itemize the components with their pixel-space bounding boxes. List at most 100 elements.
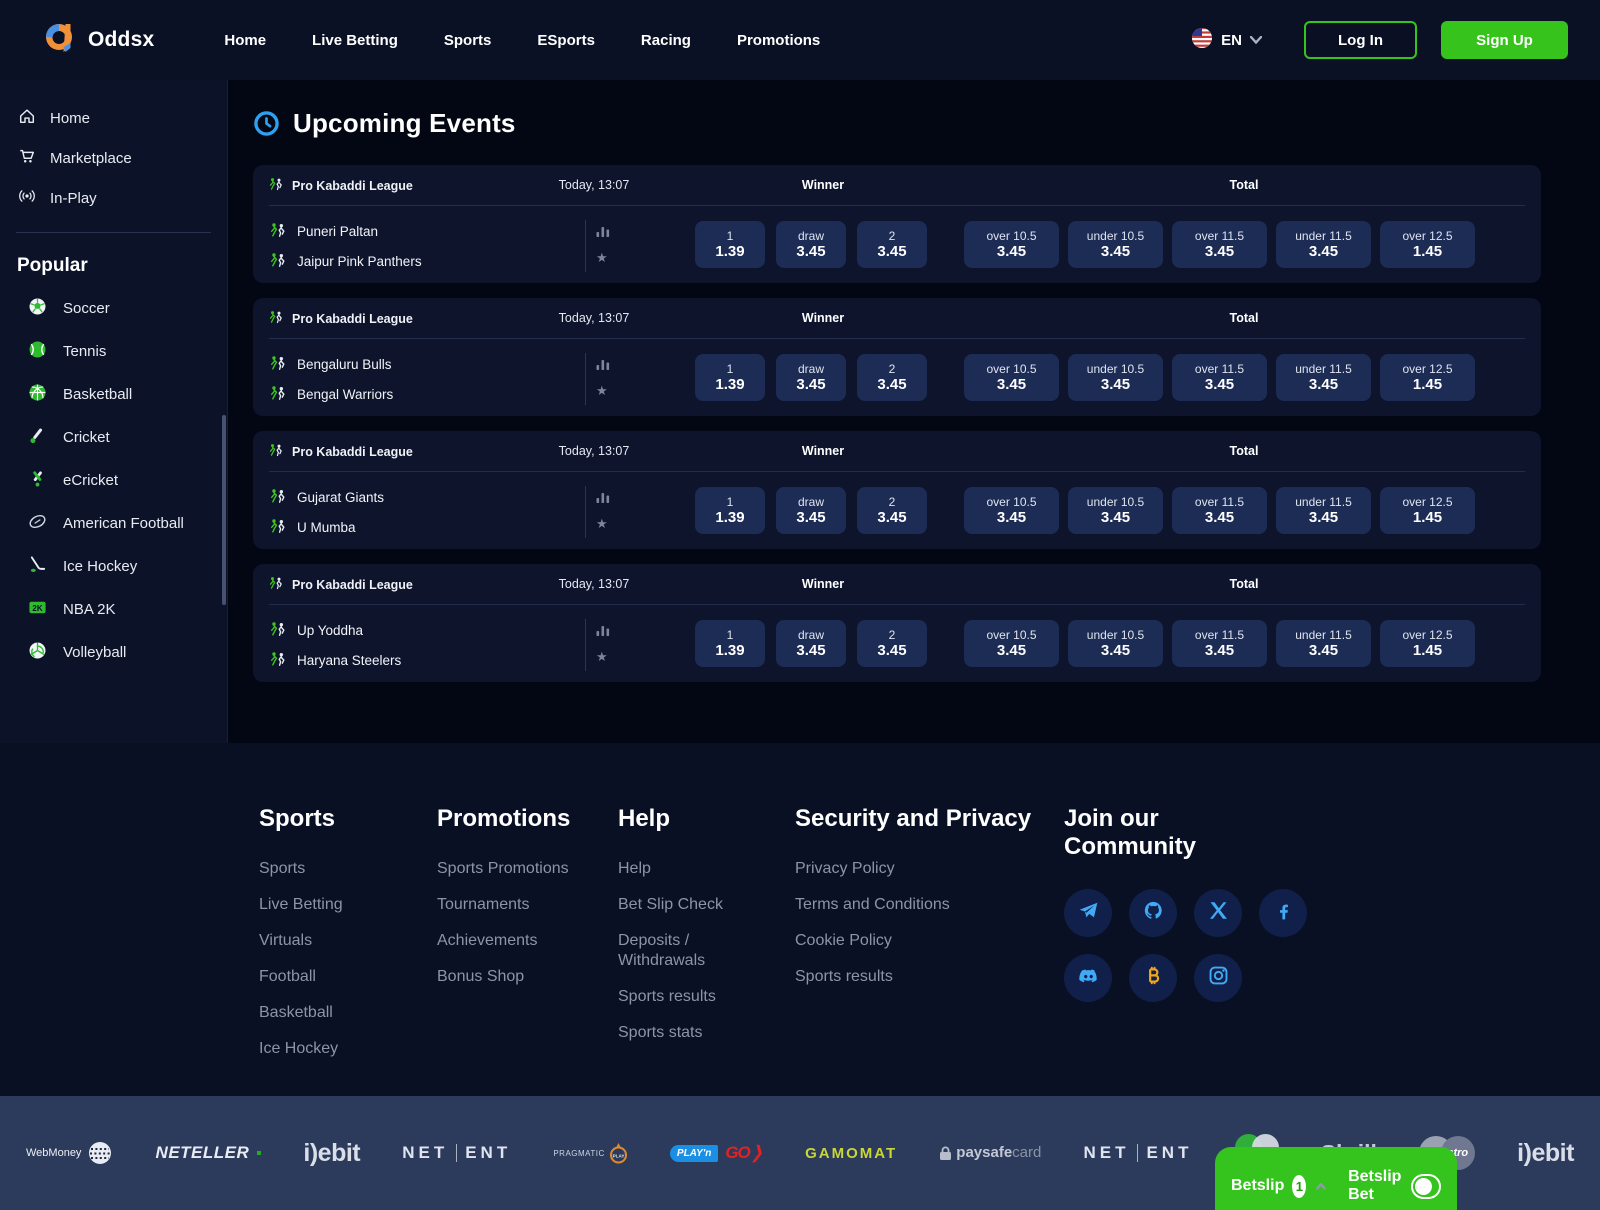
social-discord-icon[interactable] — [1064, 954, 1112, 1002]
odds-button-under-11-5[interactable]: under 11.5 3.45 — [1276, 487, 1371, 534]
league-name[interactable]: Pro Kabaddi League — [269, 177, 413, 194]
footer-link-deposits-withdrawals[interactable]: Deposits / Withdrawals — [618, 931, 765, 971]
language-selector[interactable]: EN — [1191, 27, 1262, 54]
odds-button-draw[interactable]: draw 3.45 — [776, 487, 846, 534]
league-name[interactable]: Pro Kabaddi League — [269, 576, 413, 593]
sidebar-sport-volleyball[interactable]: Volleyball — [0, 631, 227, 674]
favorite-star-icon[interactable]: ★ — [596, 650, 608, 663]
odds-button-over-10-5[interactable]: over 10.5 3.45 — [964, 620, 1059, 667]
favorite-star-icon[interactable]: ★ — [596, 251, 608, 264]
odds-button-over-12-5[interactable]: over 12.5 1.45 — [1380, 221, 1475, 268]
home-team[interactable]: Bengaluru Bulls — [270, 355, 392, 374]
footer-link-sports-results[interactable]: Sports results — [795, 967, 1064, 987]
odds-button-under-11-5[interactable]: under 11.5 3.45 — [1276, 620, 1371, 667]
stats-icon[interactable] — [596, 357, 610, 369]
sidebar-scrollbar[interactable] — [222, 415, 226, 605]
home-team[interactable]: Gujarat Giants — [270, 488, 384, 507]
sidebar-sport-ecricket[interactable]: eCricket — [0, 459, 227, 502]
sidebar-item-home[interactable]: Home — [0, 98, 227, 138]
footer-link-achievements[interactable]: Achievements — [437, 931, 618, 951]
nav-link-home[interactable]: Home — [224, 32, 266, 49]
betslip-widget[interactable]: Betslip 1 Betslip Bet — [1215, 1147, 1457, 1210]
betslip-bet-toggle[interactable] — [1411, 1174, 1441, 1199]
odds-button-over-11-5[interactable]: over 11.5 3.45 — [1172, 620, 1267, 667]
odds-button-under-11-5[interactable]: under 11.5 3.45 — [1276, 221, 1371, 268]
social-x-icon[interactable] — [1194, 889, 1242, 937]
away-team[interactable]: Haryana Steelers — [270, 651, 401, 670]
sidebar-sport-soccer[interactable]: Soccer — [0, 287, 227, 330]
league-name[interactable]: Pro Kabaddi League — [269, 443, 413, 460]
odds-button-2[interactable]: 2 3.45 — [857, 487, 927, 534]
footer-link-tournaments[interactable]: Tournaments — [437, 895, 618, 915]
away-team[interactable]: U Mumba — [270, 518, 356, 537]
odds-button-over-11-5[interactable]: over 11.5 3.45 — [1172, 221, 1267, 268]
odds-button-under-11-5[interactable]: under 11.5 3.45 — [1276, 354, 1371, 401]
stats-icon[interactable] — [596, 224, 610, 236]
login-button[interactable]: Log In — [1304, 21, 1417, 59]
odds-button-over-10-5[interactable]: over 10.5 3.45 — [964, 487, 1059, 534]
home-team[interactable]: Puneri Paltan — [270, 222, 378, 241]
odds-button-draw[interactable]: draw 3.45 — [776, 354, 846, 401]
odds-button-1[interactable]: 1 1.39 — [695, 487, 765, 534]
home-team[interactable]: Up Yoddha — [270, 621, 363, 640]
sidebar-sport-tennis[interactable]: Tennis — [0, 330, 227, 373]
signup-button[interactable]: Sign Up — [1441, 21, 1568, 59]
nav-link-live-betting[interactable]: Live Betting — [312, 32, 398, 49]
footer-link-privacy-policy[interactable]: Privacy Policy — [795, 859, 1064, 879]
nav-link-sports[interactable]: Sports — [444, 32, 492, 49]
social-facebook-icon[interactable] — [1259, 889, 1307, 937]
footer-link-cookie-policy[interactable]: Cookie Policy — [795, 931, 1064, 951]
sidebar-item-in-play[interactable]: In-Play — [0, 178, 227, 218]
odds-button-1[interactable]: 1 1.39 — [695, 221, 765, 268]
social-github-icon[interactable] — [1129, 889, 1177, 937]
sidebar-item-marketplace[interactable]: Marketplace — [0, 138, 227, 178]
odds-button-draw[interactable]: draw 3.45 — [776, 221, 846, 268]
favorite-star-icon[interactable]: ★ — [596, 517, 608, 530]
sidebar-sport-american-football[interactable]: American Football — [0, 502, 227, 545]
footer-link-bonus-shop[interactable]: Bonus Shop — [437, 967, 618, 987]
odds-button-over-11-5[interactable]: over 11.5 3.45 — [1172, 487, 1267, 534]
odds-button-over-12-5[interactable]: over 12.5 1.45 — [1380, 620, 1475, 667]
social-instagram-icon[interactable] — [1194, 954, 1242, 1002]
odds-button-over-11-5[interactable]: over 11.5 3.45 — [1172, 354, 1267, 401]
social-telegram-icon[interactable] — [1064, 889, 1112, 937]
odds-button-1[interactable]: 1 1.39 — [695, 354, 765, 401]
odds-button-over-12-5[interactable]: over 12.5 1.45 — [1380, 487, 1475, 534]
league-name[interactable]: Pro Kabaddi League — [269, 310, 413, 327]
footer-link-sports-promotions[interactable]: Sports Promotions — [437, 859, 618, 879]
footer-link-sports-results[interactable]: Sports results — [618, 987, 765, 1007]
footer-link-sports-stats[interactable]: Sports stats — [618, 1023, 765, 1043]
odds-button-2[interactable]: 2 3.45 — [857, 221, 927, 268]
sidebar-sport-nba-2k[interactable]: 2K NBA 2K — [0, 588, 227, 631]
footer-link-live-betting[interactable]: Live Betting — [259, 895, 437, 915]
nav-link-esports[interactable]: ESports — [537, 32, 595, 49]
odds-button-over-10-5[interactable]: over 10.5 3.45 — [964, 221, 1059, 268]
sidebar-sport-basketball[interactable]: Basketball — [0, 373, 227, 416]
odds-button-under-10-5[interactable]: under 10.5 3.45 — [1068, 620, 1163, 667]
odds-button-under-10-5[interactable]: under 10.5 3.45 — [1068, 221, 1163, 268]
stats-icon[interactable] — [596, 623, 610, 635]
odds-button-draw[interactable]: draw 3.45 — [776, 620, 846, 667]
odds-button-2[interactable]: 2 3.45 — [857, 620, 927, 667]
footer-link-bet-slip-check[interactable]: Bet Slip Check — [618, 895, 765, 915]
away-team[interactable]: Jaipur Pink Panthers — [270, 252, 422, 271]
favorite-star-icon[interactable]: ★ — [596, 384, 608, 397]
footer-link-help[interactable]: Help — [618, 859, 765, 879]
odds-button-under-10-5[interactable]: under 10.5 3.45 — [1068, 487, 1163, 534]
footer-link-basketball[interactable]: Basketball — [259, 1003, 437, 1023]
footer-link-football[interactable]: Football — [259, 967, 437, 987]
odds-button-over-10-5[interactable]: over 10.5 3.45 — [964, 354, 1059, 401]
footer-link-ice-hockey[interactable]: Ice Hockey — [259, 1039, 437, 1059]
nav-link-promotions[interactable]: Promotions — [737, 32, 820, 49]
odds-button-under-10-5[interactable]: under 10.5 3.45 — [1068, 354, 1163, 401]
chevron-up-icon[interactable] — [1316, 1180, 1326, 1192]
sidebar-sport-cricket[interactable]: Cricket — [0, 416, 227, 459]
sidebar-sport-ice-hockey[interactable]: Ice Hockey — [0, 545, 227, 588]
odds-button-2[interactable]: 2 3.45 — [857, 354, 927, 401]
stats-icon[interactable] — [596, 490, 610, 502]
odds-button-over-12-5[interactable]: over 12.5 1.45 — [1380, 354, 1475, 401]
footer-link-virtuals[interactable]: Virtuals — [259, 931, 437, 951]
away-team[interactable]: Bengal Warriors — [270, 385, 393, 404]
footer-link-sports[interactable]: Sports — [259, 859, 437, 879]
odds-button-1[interactable]: 1 1.39 — [695, 620, 765, 667]
